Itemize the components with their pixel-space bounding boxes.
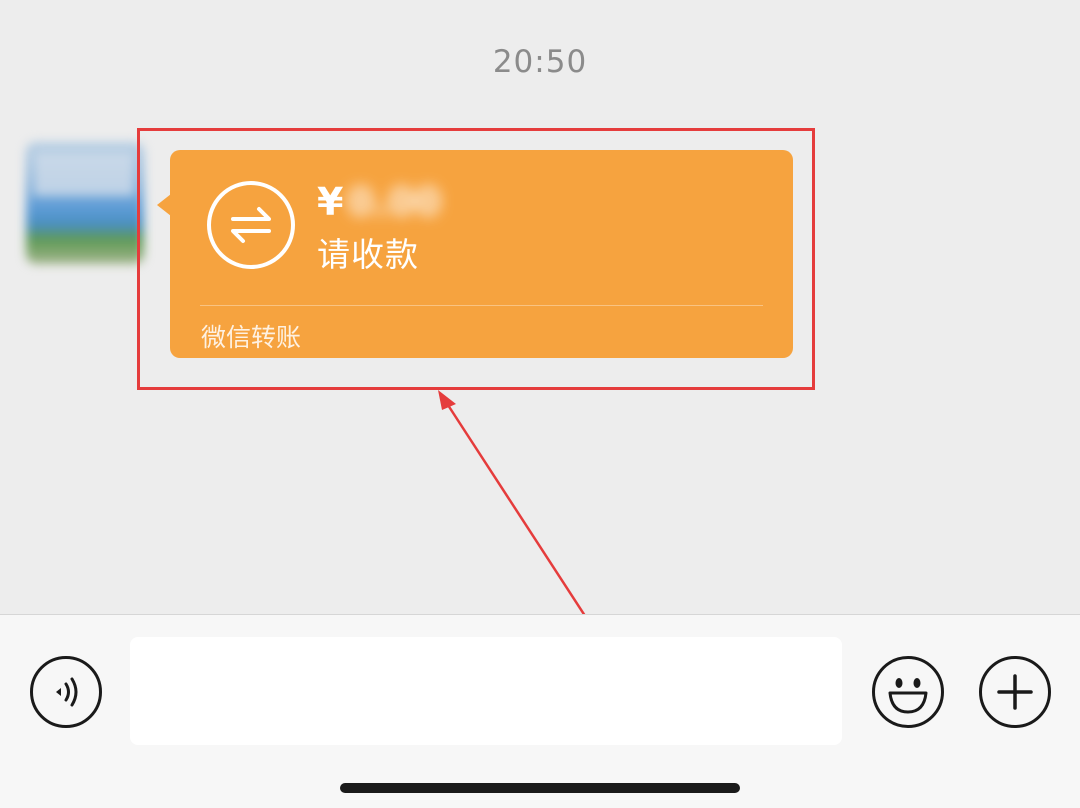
emoji-icon [888,678,928,714]
sender-avatar[interactable] [26,142,144,264]
home-indicator[interactable] [340,783,740,793]
chat-input-bar [0,614,1080,808]
annotation-highlight-box [137,128,815,390]
avatar-image-detail [34,152,134,196]
chat-screen: 20:50 ¥0.00 请收款 微信转账 [0,0,1080,808]
emoji-button[interactable] [872,656,944,728]
plus-icon [997,674,1033,710]
voice-input-button[interactable] [30,656,102,728]
more-actions-button[interactable] [979,656,1051,728]
message-text-input[interactable] [130,637,842,745]
chat-message-area[interactable]: 20:50 ¥0.00 请收款 微信转账 [0,0,1080,614]
voice-icon [56,677,78,707]
message-timestamp: 20:50 [492,44,588,80]
